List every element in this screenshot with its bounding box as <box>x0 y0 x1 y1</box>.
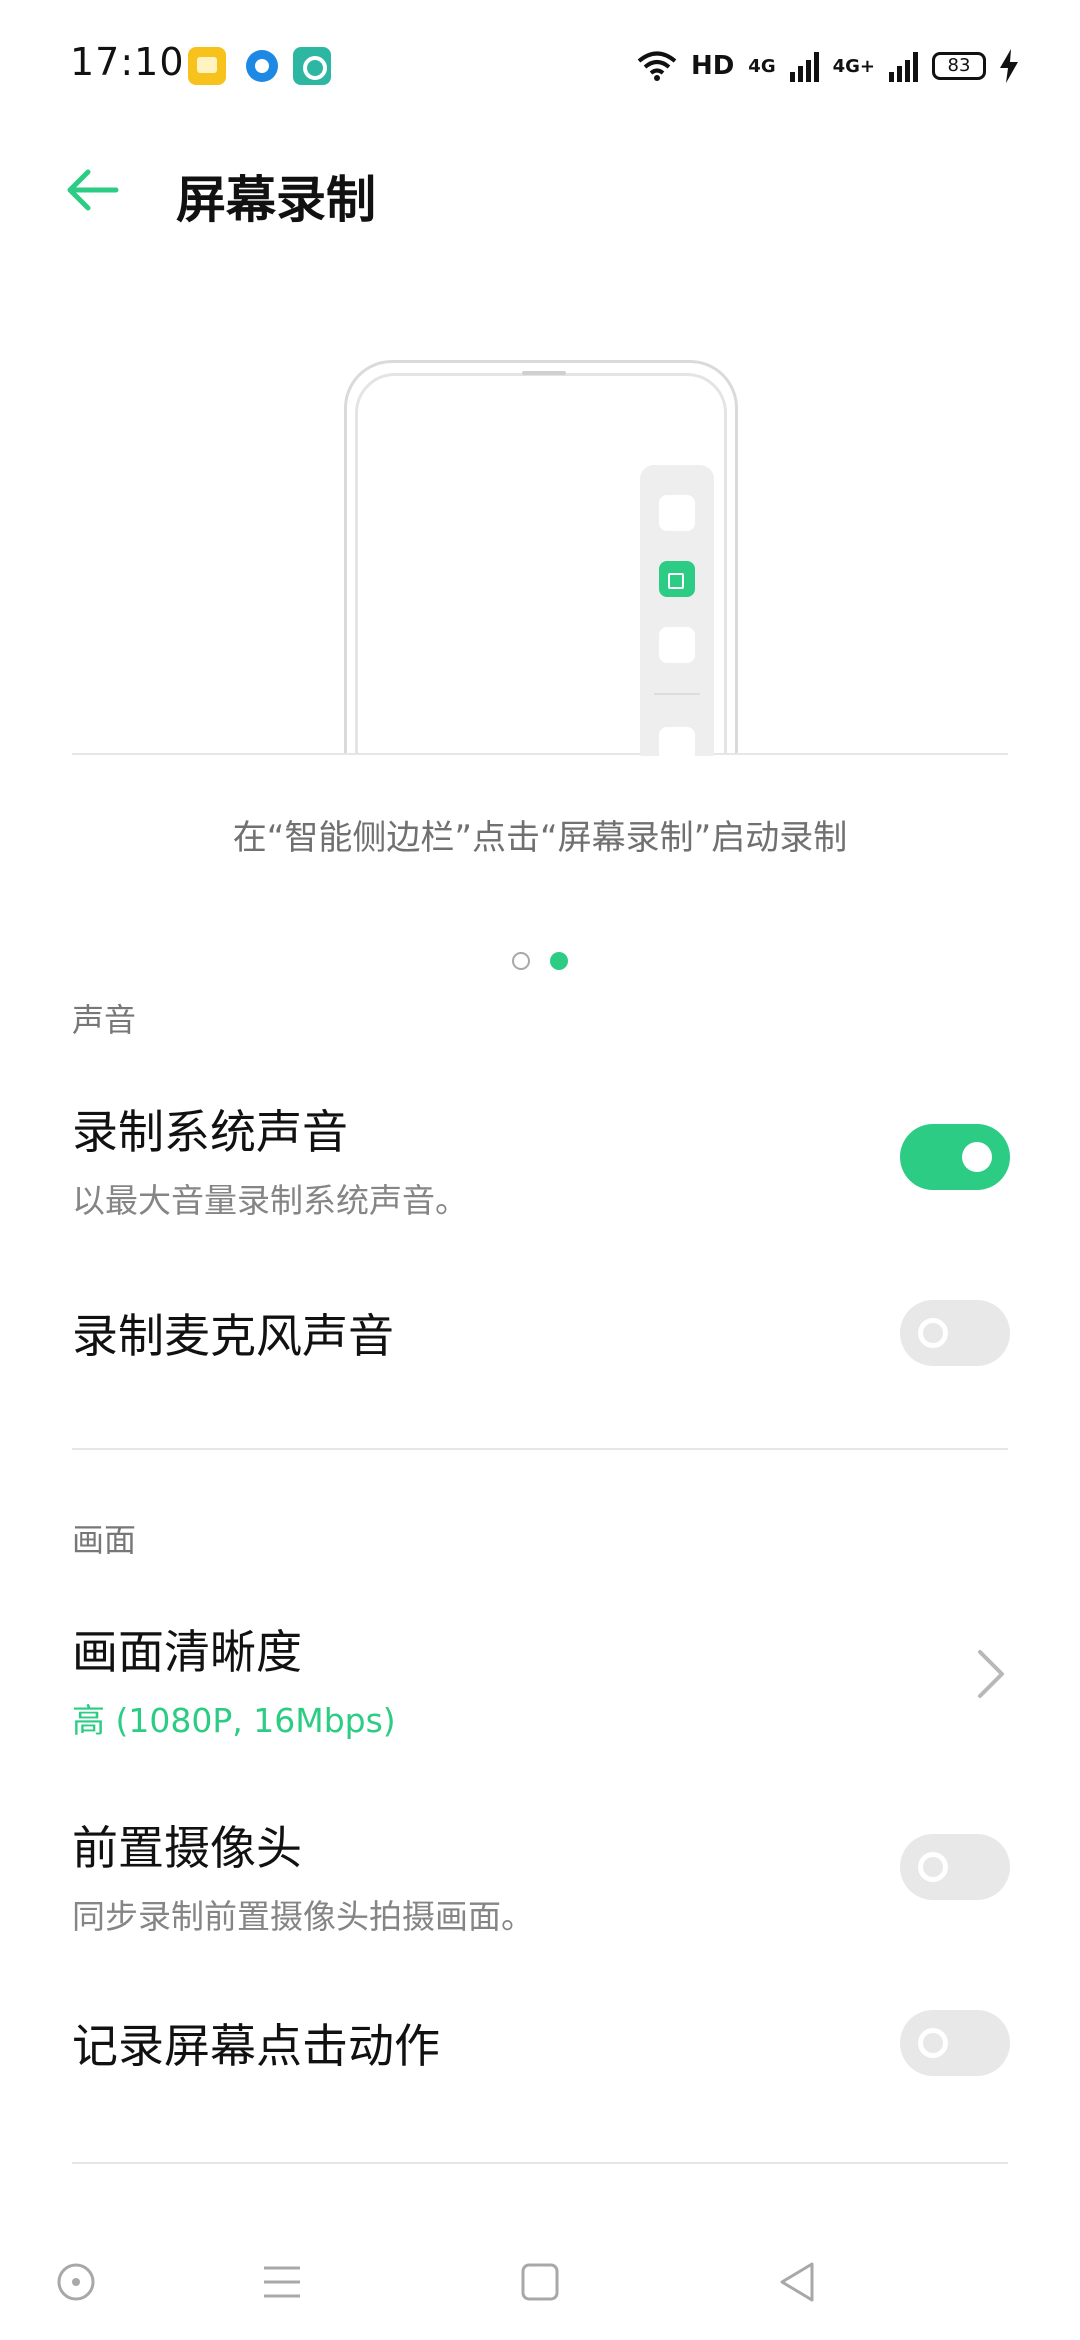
record-system-sound-title: 录制系统声音 <box>72 1105 348 1159</box>
charging-bolt-icon <box>1000 49 1018 83</box>
back-arrow-icon <box>67 169 119 211</box>
record-touches-title: 记录屏幕点击动作 <box>72 2019 440 2073</box>
section-header-sound: 声音 <box>72 1001 137 1039</box>
record-system-sound-subtitle: 以最大音量录制系统声音。 <box>72 1181 468 1220</box>
record-touches-toggle[interactable] <box>900 2010 1010 2076</box>
carousel-pager <box>0 952 1080 970</box>
browser-app-icon <box>243 47 281 85</box>
sidebar-slot <box>659 495 695 531</box>
screen-record-icon <box>659 561 695 597</box>
section-divider <box>72 1448 1008 1450</box>
sidebar-slot <box>659 627 695 663</box>
resolution-value: 高 (1080P, 16Mbps) <box>72 1701 396 1740</box>
status-indicators: HD 4G 4G+ 83 <box>637 44 1018 88</box>
battery-level: 83 <box>947 55 971 76</box>
back-nav-button[interactable] <box>766 2250 830 2314</box>
carousel-illustration[interactable] <box>72 340 1008 755</box>
network-type-1: 4G <box>748 55 776 77</box>
front-camera-title: 前置摄像头 <box>72 1821 302 1875</box>
home-icon <box>521 2263 559 2301</box>
resolution-title: 画面清晰度 <box>72 1625 302 1679</box>
menu-button[interactable] <box>250 2250 314 2314</box>
status-bar: 17:10 HD 4G 4G+ 83 <box>0 0 1080 130</box>
app-bar: 屏幕录制 <box>0 130 1080 250</box>
signal-2-icon <box>889 50 918 82</box>
carousel-caption: 在“智能侧边栏”点击“屏幕录制”启动录制 <box>232 818 848 858</box>
assistant-icon <box>57 2263 95 2301</box>
chevron-right-icon <box>978 1650 1004 1698</box>
front-camera-subtitle: 同步录制前置摄像头拍摄画面。 <box>72 1897 534 1936</box>
network-type-2: 4G+ <box>832 55 875 77</box>
record-mic-sound-toggle[interactable] <box>900 1300 1010 1366</box>
navigation-bar <box>0 2230 1080 2340</box>
pager-dot-1[interactable] <box>512 952 530 970</box>
section-divider <box>72 2162 1008 2164</box>
hd-label: HD <box>690 51 735 81</box>
front-camera-toggle[interactable] <box>900 1834 1010 1900</box>
pager-dot-2[interactable] <box>550 952 568 970</box>
wifi-icon <box>637 51 677 81</box>
section-header-picture: 画面 <box>72 1521 137 1559</box>
signal-1-icon <box>789 50 819 82</box>
status-time: 17:10 <box>70 40 185 84</box>
battery-icon: 83 <box>932 52 986 80</box>
page-title: 屏幕录制 <box>176 171 376 229</box>
screen-recorder-app-icon <box>293 47 331 85</box>
record-mic-sound-title: 录制麦克风声音 <box>72 1309 394 1363</box>
assistant-button[interactable] <box>44 2250 108 2314</box>
back-button[interactable] <box>56 154 128 226</box>
smart-sidebar-illustration <box>640 465 714 765</box>
menu-icon <box>264 2266 300 2298</box>
home-button[interactable] <box>508 2250 572 2314</box>
back-triangle-icon <box>780 2262 814 2302</box>
notes-app-icon <box>188 47 226 85</box>
record-system-sound-toggle[interactable] <box>900 1124 1010 1190</box>
